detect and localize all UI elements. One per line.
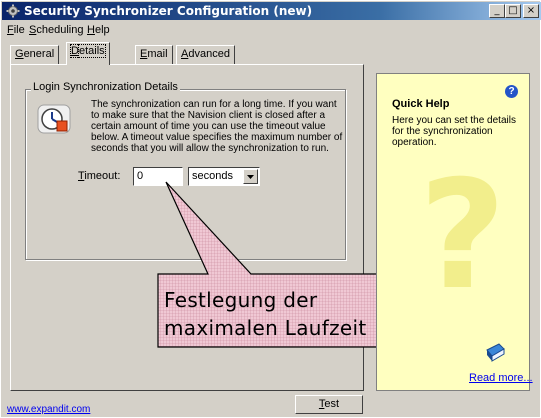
menu-scheduling-label: cheduling	[36, 24, 84, 36]
tab-details-label: etails	[77, 44, 106, 58]
tab-general[interactable]: General	[10, 45, 60, 64]
menu-help[interactable]: Help	[87, 24, 110, 36]
timeout-input[interactable]: 0	[133, 167, 183, 186]
menu-help-mnemonic: H	[87, 24, 95, 36]
close-button[interactable]: ×	[523, 4, 539, 18]
tab-details-mnemonic: D	[71, 45, 79, 57]
menu-scheduling[interactable]: Scheduling	[29, 24, 83, 36]
maximize-button[interactable]: □	[505, 4, 521, 18]
quick-help-title: Quick Help	[392, 98, 450, 110]
tab-email-label: mail	[147, 48, 168, 60]
website-link[interactable]: www.expandit.com	[7, 404, 90, 415]
help-icon[interactable]: ?	[505, 85, 518, 98]
test-button-label: est	[324, 398, 340, 410]
tab-advanced[interactable]: Advanced	[176, 45, 235, 64]
book-icon[interactable]	[484, 342, 506, 364]
tab-email[interactable]: Email	[135, 45, 173, 64]
tab-advanced-label: dvanced	[188, 48, 230, 60]
menu-bar: File Scheduling Help	[2, 22, 541, 39]
question-mark-watermark-icon: ?	[419, 149, 507, 323]
app-window: Security Synchronizer Configuration (new…	[0, 0, 541, 418]
tab-details[interactable]: Details	[66, 42, 110, 65]
callout-line-2: maximalen Laufzeit	[164, 316, 367, 340]
clock-icon	[37, 104, 71, 134]
menu-file-mnemonic: F	[7, 24, 14, 36]
tab-details-focus: Details	[70, 44, 106, 58]
read-more-link[interactable]: Read more...	[469, 372, 533, 384]
minimize-button[interactable]: _	[489, 4, 505, 18]
menu-file-label: ile	[13, 24, 25, 36]
dropdown-arrow-icon[interactable]	[243, 169, 258, 184]
timeout-label: Timeout:	[78, 170, 120, 182]
title-bar[interactable]: Security Synchronizer Configuration (new…	[2, 2, 541, 20]
callout-line-1: Festlegung der	[164, 288, 318, 312]
menu-file[interactable]: File	[7, 24, 25, 36]
timeout-label-text: imeout:	[84, 170, 121, 182]
tab-general-label: eneral	[23, 48, 55, 60]
test-button[interactable]: Test	[295, 395, 363, 414]
quick-help-text: Here you can set the details for the syn…	[392, 115, 516, 148]
timeout-description: The synchronization can run for a long t…	[91, 99, 343, 154]
gear-icon	[6, 4, 20, 18]
group-label: Login Synchronization Details	[31, 81, 180, 93]
window-title: Security Synchronizer Configuration (new…	[24, 4, 313, 18]
tab-general-mnemonic: G	[15, 48, 24, 60]
menu-help-label: elp	[94, 24, 110, 36]
timeout-unit-value: seconds	[192, 170, 233, 182]
timeout-unit-select[interactable]: seconds	[188, 167, 260, 186]
